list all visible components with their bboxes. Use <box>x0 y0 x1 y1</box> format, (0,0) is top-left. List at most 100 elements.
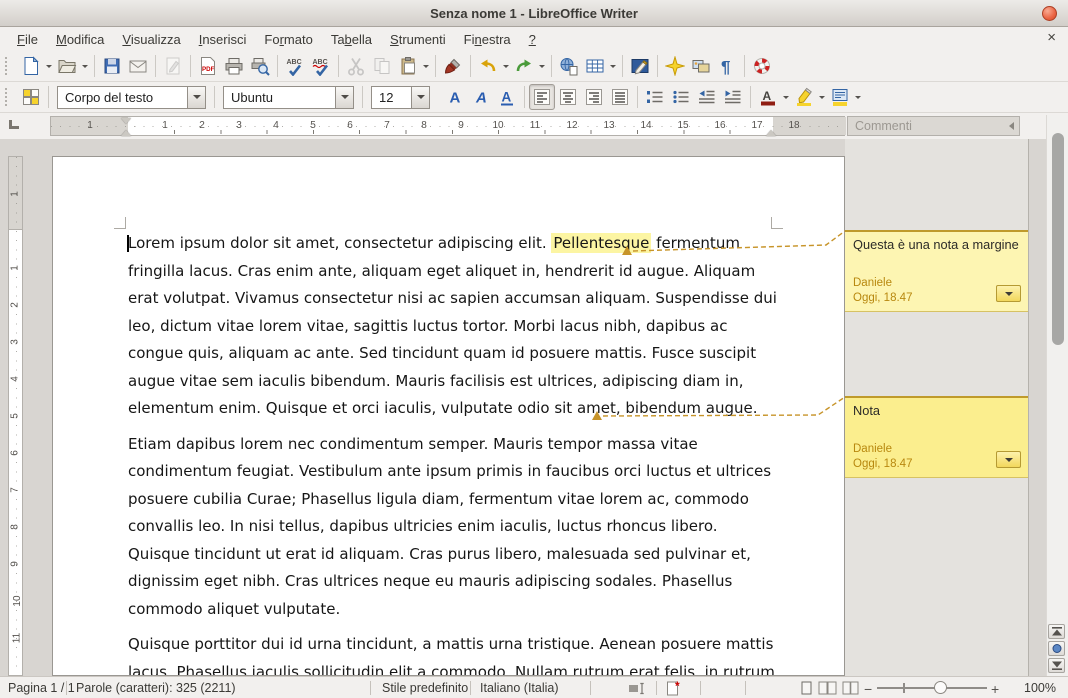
font-name-combo[interactable]: Ubuntu <box>223 86 354 109</box>
clone-formatting-button[interactable] <box>440 53 466 79</box>
open-dropdown[interactable] <box>80 53 90 79</box>
gallery-button[interactable] <box>688 53 714 79</box>
bold-button[interactable]: A <box>442 84 468 110</box>
comment-text[interactable]: Nota <box>853 403 1020 418</box>
paragraph-3[interactable]: Quisque porttitor dui id urna tincidunt,… <box>128 631 778 676</box>
font-name-value[interactable]: Ubuntu <box>223 86 335 109</box>
scrollbar-thumb[interactable] <box>1052 133 1064 345</box>
document-modified-indicator[interactable]: * <box>666 681 682 698</box>
font-name-dropdown[interactable] <box>335 86 354 109</box>
export-pdf-button[interactable]: PDF <box>195 53 221 79</box>
page[interactable]: Lorem ipsum dolor sit amet, consectetur … <box>52 156 845 676</box>
copy-button[interactable] <box>369 53 395 79</box>
unordered-list-button[interactable] <box>668 84 694 110</box>
comment-2[interactable]: Nota Daniele Oggi, 18.47 <box>845 396 1028 478</box>
styles-panel-button[interactable] <box>18 84 44 110</box>
menu-finestra[interactable]: Finestra <box>455 29 520 50</box>
highlighting-dropdown[interactable] <box>817 84 827 110</box>
menu-visualizza[interactable]: Visualizza <box>113 29 189 50</box>
menu-modifica[interactable]: Modifica <box>47 29 113 50</box>
status-page-number[interactable]: Pagina 1 / 1 <box>8 681 75 695</box>
paste-button[interactable] <box>395 53 421 79</box>
help-button[interactable] <box>749 53 775 79</box>
menu-strumenti[interactable]: Strumenti <box>381 29 455 50</box>
font-size-value[interactable]: 12 <box>371 86 411 109</box>
right-indent-marker[interactable] <box>766 125 776 136</box>
undo-button[interactable] <box>475 53 501 79</box>
navigator-button[interactable] <box>662 53 688 79</box>
print-button[interactable] <box>221 53 247 79</box>
vertical-scrollbar[interactable] <box>1046 115 1068 676</box>
align-center-button[interactable] <box>555 84 581 110</box>
align-left-button[interactable] <box>529 84 555 110</box>
zoom-out-button[interactable]: − <box>864 681 872 697</box>
font-size-combo[interactable]: 12 <box>371 86 430 109</box>
paragraph-1[interactable]: Lorem ipsum dolor sit amet, consectetur … <box>128 230 778 423</box>
paragraph-style-dropdown[interactable] <box>187 86 206 109</box>
spellcheck-button[interactable]: ABC <box>282 53 308 79</box>
background-color-button[interactable] <box>827 84 853 110</box>
document-text[interactable]: Lorem ipsum dolor sit amet, consectetur … <box>128 230 778 676</box>
open-button[interactable] <box>54 53 80 79</box>
menu-help[interactable]: ? <box>520 29 545 50</box>
vertical-ruler[interactable]: 1 1234567891011 <box>8 156 23 676</box>
paragraph-2[interactable]: Etiam dapibus lorem nec condimentum semp… <box>128 431 778 624</box>
paragraph-style-combo[interactable]: Corpo del testo <box>57 86 206 109</box>
font-color-dropdown[interactable] <box>781 84 791 110</box>
status-language[interactable]: Italiano (Italia) <box>480 681 559 695</box>
redo-button[interactable] <box>511 53 537 79</box>
comments-ruler-button[interactable]: Commenti <box>847 116 1020 136</box>
edit-mode-button[interactable] <box>160 53 186 79</box>
window-close-button[interactable] <box>1042 6 1057 21</box>
toolbar-grip[interactable] <box>5 57 14 75</box>
save-button[interactable] <box>99 53 125 79</box>
draw-functions-button[interactable] <box>627 53 653 79</box>
zoom-slider-knob[interactable] <box>934 681 947 694</box>
print-preview-button[interactable] <box>247 53 273 79</box>
view-book-button[interactable] <box>842 681 859 698</box>
zoom-slider[interactable] <box>877 687 987 689</box>
background-color-dropdown[interactable] <box>853 84 863 110</box>
ordered-list-button[interactable] <box>642 84 668 110</box>
view-single-page-button[interactable] <box>800 681 813 698</box>
menu-inserisci[interactable]: Inserisci <box>190 29 256 50</box>
menu-tabella[interactable]: Tabella <box>322 29 381 50</box>
previous-page-button[interactable] <box>1048 624 1065 639</box>
menubar-close-icon[interactable]: × <box>1047 29 1056 46</box>
horizontal-ruler[interactable]: 1 123456789101112131415161718 <box>50 116 845 136</box>
tab-stop-selector[interactable] <box>9 120 19 129</box>
navigation-button[interactable] <box>1048 641 1065 656</box>
insert-table-dropdown[interactable] <box>608 53 618 79</box>
comment-anchor-highlight[interactable]: Pellentesque <box>551 233 651 253</box>
highlighting-button[interactable] <box>791 84 817 110</box>
toolbar-grip[interactable] <box>5 88 14 106</box>
align-right-button[interactable] <box>581 84 607 110</box>
formatting-marks-button[interactable]: ¶ <box>714 53 740 79</box>
selection-mode-indicator[interactable] <box>628 682 647 698</box>
zoom-in-button[interactable]: + <box>991 681 999 697</box>
menu-file[interactable]: File <box>8 29 47 50</box>
font-size-dropdown[interactable] <box>411 86 430 109</box>
left-indent-marker[interactable] <box>121 125 131 136</box>
view-multi-page-button[interactable] <box>818 681 837 698</box>
hyperlink-button[interactable] <box>556 53 582 79</box>
cut-button[interactable] <box>343 53 369 79</box>
undo-dropdown[interactable] <box>501 53 511 79</box>
comment-menu-button[interactable] <box>996 285 1021 302</box>
comment-menu-button[interactable] <box>996 451 1021 468</box>
email-button[interactable] <box>125 53 151 79</box>
align-justify-button[interactable] <box>607 84 633 110</box>
insert-table-button[interactable] <box>582 53 608 79</box>
auto-spellcheck-button[interactable]: ABC <box>308 53 334 79</box>
font-color-button[interactable]: A <box>755 84 781 110</box>
zoom-level[interactable]: 100% <box>1024 681 1056 695</box>
comment-text[interactable]: Questa è una nota a margine <box>853 237 1020 252</box>
new-document-button[interactable] <box>18 53 44 79</box>
next-page-button[interactable] <box>1048 658 1065 673</box>
comment-1[interactable]: Questa è una nota a margine Daniele Oggi… <box>845 230 1028 312</box>
italic-button[interactable]: A <box>468 84 494 110</box>
redo-dropdown[interactable] <box>537 53 547 79</box>
paragraph-style-value[interactable]: Corpo del testo <box>57 86 187 109</box>
status-word-count[interactable]: Parole (caratteri): 325 (2211) <box>76 681 236 695</box>
increase-indent-button[interactable] <box>720 84 746 110</box>
